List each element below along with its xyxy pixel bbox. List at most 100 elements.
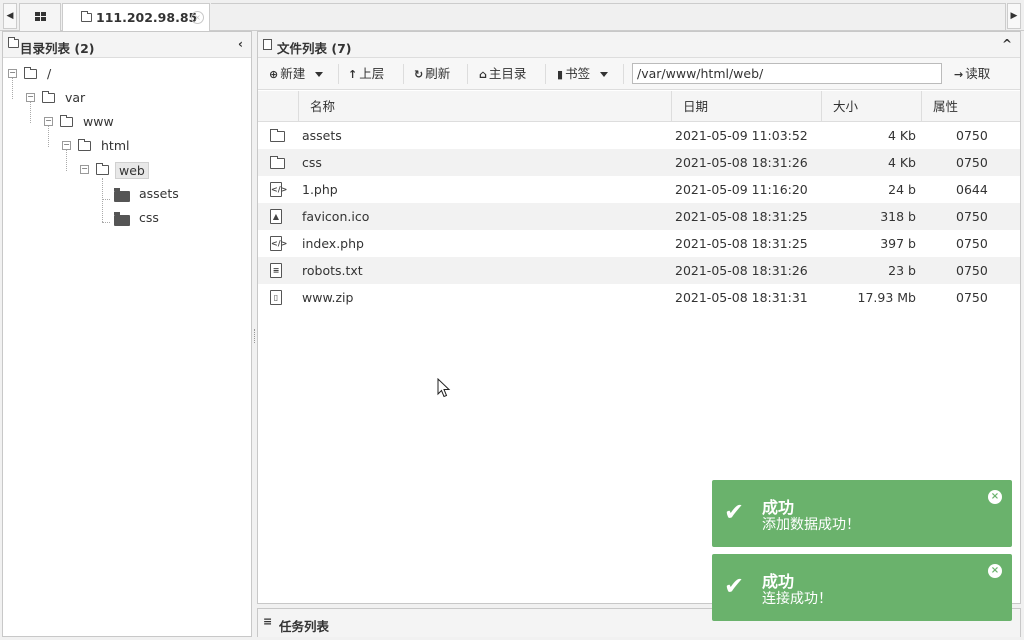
file-date: 2021-05-08 18:31:31	[675, 290, 808, 305]
read-button[interactable]: → 读取	[954, 64, 990, 84]
file-name: favicon.ico	[302, 209, 370, 224]
file-name: 1.php	[302, 182, 338, 197]
column-header-date[interactable]: 日期	[671, 91, 821, 122]
file-name: assets	[302, 128, 342, 143]
directory-panel: 目录列表 (2) ‹ − / − var − www − html − web …	[2, 31, 252, 637]
tree-node-root[interactable]: − /	[3, 64, 83, 84]
file-size: 4 Kb	[887, 155, 916, 170]
plus-circle-icon: ⊕	[269, 68, 279, 81]
tab-scroll-right-button[interactable]: ▶	[1007, 3, 1021, 29]
refresh-button[interactable]: ↻ 刷新	[414, 64, 450, 84]
tab-title: 111.202.98.85	[96, 10, 198, 25]
close-icon[interactable]: ×	[191, 11, 204, 24]
table-row[interactable]: ▯ www.zip 2021-05-08 18:31:31 17.93 Mb 0…	[258, 284, 1020, 311]
path-input[interactable]	[632, 63, 942, 84]
file-grid-header: 名称 日期 大小 属性	[258, 91, 1020, 122]
table-row[interactable]: </> index.php 2021-05-08 18:31:25 397 b …	[258, 230, 1020, 257]
column-header-perm[interactable]: 属性	[921, 91, 1021, 122]
tree-node-html[interactable]: − html	[57, 136, 157, 156]
file-perm: 0750	[956, 128, 988, 143]
file-name: www.zip	[302, 290, 354, 305]
code-file-icon: </>	[270, 182, 287, 197]
bookmark-label: 书签	[565, 66, 591, 81]
collapse-icon[interactable]: −	[62, 141, 71, 150]
archive-file-icon: ▯	[270, 290, 282, 305]
tree-node-label: var	[65, 90, 86, 105]
grid-icon	[35, 12, 46, 22]
file-date: 2021-05-08 18:31:26	[675, 155, 808, 170]
file-perm: 0750	[956, 236, 988, 251]
close-icon[interactable]: ×	[988, 564, 1002, 578]
folder-icon	[42, 91, 55, 103]
caret-down-icon	[315, 72, 324, 77]
table-row[interactable]: css 2021-05-08 18:31:26 4 Kb 0750	[258, 149, 1020, 176]
tree-node-label: css	[139, 210, 159, 225]
tab-bar: ◀ 111.202.98.85 × ▶	[0, 0, 1024, 32]
collapse-icon[interactable]: −	[8, 69, 17, 78]
folder-icon	[8, 37, 19, 48]
collapse-icon[interactable]: −	[44, 117, 53, 126]
new-label: 新建	[280, 66, 306, 81]
file-size: 4 Kb	[887, 128, 916, 143]
folder-icon	[114, 188, 130, 202]
list-icon: ≡	[263, 615, 273, 628]
collapse-left-icon[interactable]: ‹	[238, 37, 243, 51]
collapse-up-icon[interactable]: ^	[1002, 37, 1012, 51]
file-size: 17.93 Mb	[857, 290, 916, 305]
file-date: 2021-05-08 18:31:26	[675, 263, 808, 278]
folder-icon	[114, 212, 130, 226]
file-date: 2021-05-08 18:31:25	[675, 236, 808, 251]
table-row[interactable]: ▲ favicon.ico 2021-05-08 18:31:25 318 b …	[258, 203, 1020, 230]
image-file-icon: ▲	[270, 209, 282, 224]
read-label: 读取	[965, 66, 991, 81]
file-toolbar: ⊕新建 ↑上层 ↻刷新 ⌂主目录 ▮书签 →读取	[258, 58, 1020, 90]
folder-icon	[81, 11, 92, 22]
collapse-icon[interactable]: −	[26, 93, 35, 102]
check-icon: ✔	[724, 498, 745, 526]
file-perm: 0644	[956, 182, 988, 197]
tab-connection[interactable]: 111.202.98.85 ×	[62, 3, 210, 32]
tree-node-label: web	[115, 162, 149, 179]
file-size: 397 b	[880, 236, 916, 251]
folder-icon	[78, 139, 91, 151]
folder-icon	[24, 67, 37, 79]
tree-node-web[interactable]: − web	[75, 160, 175, 180]
tree-node-label: html	[101, 138, 130, 153]
bookmark-button[interactable]: ▮ 书签	[557, 64, 609, 84]
task-list-title: 任务列表	[279, 619, 330, 634]
column-header-name[interactable]: 名称	[298, 91, 671, 122]
toast-message: 连接成功！	[762, 591, 832, 607]
folder-icon	[270, 156, 285, 169]
table-row[interactable]: </> 1.php 2021-05-09 11:16:20 24 b 0644	[258, 176, 1020, 203]
home-button[interactable]: ⌂ 主目录	[479, 64, 526, 84]
text-file-icon: ≡	[270, 263, 282, 278]
up-button[interactable]: ↑ 上层	[348, 64, 384, 84]
file-size: 23 b	[888, 263, 916, 278]
directory-tree: − / − var − www − html − web assets css	[3, 58, 251, 636]
close-icon[interactable]: ×	[988, 490, 1002, 504]
tree-node-css[interactable]: css	[111, 208, 211, 228]
check-icon: ✔	[724, 572, 745, 600]
toast-message: 添加数据成功！	[762, 517, 860, 533]
file-perm: 0750	[956, 155, 988, 170]
tree-node-assets[interactable]: assets	[111, 184, 211, 204]
file-date: 2021-05-09 11:16:20	[675, 182, 808, 197]
table-row[interactable]: ≡ robots.txt 2021-05-08 18:31:26 23 b 07…	[258, 257, 1020, 284]
up-label: 上层	[359, 66, 385, 81]
file-perm: 0750	[956, 263, 988, 278]
file-size: 24 b	[888, 182, 916, 197]
tab-home[interactable]	[19, 3, 61, 31]
file-name: css	[302, 155, 322, 170]
file-date: 2021-05-09 11:03:52	[675, 128, 808, 143]
toast-notification: ✔ 成功 连接成功！ ×	[712, 554, 1012, 621]
tree-node-var[interactable]: − var	[21, 88, 121, 108]
column-header-size[interactable]: 大小	[821, 91, 921, 122]
arrow-right-icon: →	[954, 68, 964, 81]
tree-node-www[interactable]: − www	[39, 112, 139, 132]
collapse-icon[interactable]: −	[80, 165, 89, 174]
file-list-title: 文件列表 (7)	[277, 41, 352, 56]
table-row[interactable]: assets 2021-05-09 11:03:52 4 Kb 0750	[258, 122, 1020, 149]
tree-node-label: www	[83, 114, 114, 129]
new-button[interactable]: ⊕ 新建	[269, 64, 324, 84]
tab-scroll-left-button[interactable]: ◀	[3, 3, 17, 29]
